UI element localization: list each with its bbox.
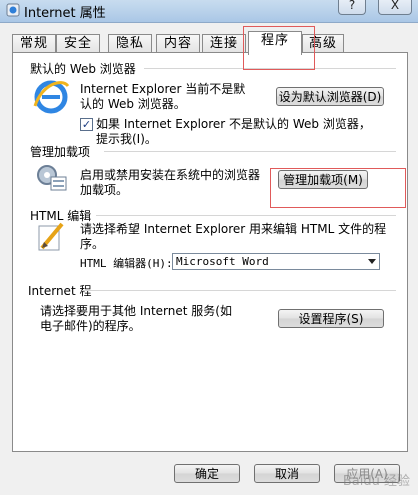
tab-security[interactable]: 安全 bbox=[56, 34, 100, 53]
prompt-checkbox[interactable]: ✓ bbox=[80, 118, 93, 131]
tab-connections[interactable]: 连接 bbox=[202, 34, 246, 53]
help-button[interactable]: ? bbox=[338, 0, 366, 15]
html-editing-description: 请选择希望 Internet Explorer 用来编辑 HTML 文件的程序。 bbox=[80, 222, 387, 251]
default-browser-status: Internet Explorer 当前不是默认的 Web 浏览器。 bbox=[80, 82, 246, 111]
set-default-browser-button[interactable]: 设为默认浏览器(D) bbox=[276, 87, 384, 106]
addons-description: 启用或禁用安装在系统中的浏览器加载项。 bbox=[80, 168, 261, 197]
ok-button[interactable]: 确定 bbox=[174, 464, 240, 483]
group-divider bbox=[82, 290, 396, 291]
html-editor-select[interactable]: Microsoft Word bbox=[172, 253, 380, 270]
html-editor-value: Microsoft Word bbox=[176, 255, 269, 268]
group-divider bbox=[104, 151, 396, 152]
tab-programs[interactable]: 程序 bbox=[248, 31, 302, 55]
watermark: Baidu 经验 bbox=[342, 474, 410, 489]
addons-group-label: 管理加载项 bbox=[30, 145, 91, 159]
default-browser-group-label: 默认的 Web 浏览器 bbox=[30, 62, 136, 76]
internet-programs-description: 请选择要用于其他 Internet 服务(如电子邮件)的程序。 bbox=[40, 304, 232, 333]
group-divider bbox=[144, 68, 396, 69]
set-programs-button[interactable]: 设置程序(S) bbox=[278, 309, 384, 328]
html-editor-icon bbox=[36, 220, 66, 255]
tab-advanced[interactable]: 高级 bbox=[302, 34, 344, 53]
ie-logo-icon bbox=[32, 78, 70, 119]
tab-privacy[interactable]: 隐私 bbox=[108, 34, 152, 53]
html-editor-label: HTML 编辑器(H): bbox=[80, 257, 173, 270]
programs-panel bbox=[12, 52, 408, 452]
prompt-checkbox-label: 如果 Internet Explorer 不是默认的 Web 浏览器，提示我(I… bbox=[96, 117, 371, 146]
window-title: Internet 属性 bbox=[24, 6, 106, 21]
tab-general[interactable]: 常规 bbox=[12, 34, 56, 53]
group-divider bbox=[96, 215, 396, 216]
title-bar: Internet 属性 ? X bbox=[0, 0, 418, 23]
addons-gear-icon bbox=[34, 162, 68, 195]
internet-options-icon bbox=[6, 3, 20, 20]
tab-content[interactable]: 内容 bbox=[156, 34, 200, 53]
chevron-down-icon bbox=[368, 259, 376, 264]
manage-addons-button[interactable]: 管理加载项(M) bbox=[278, 170, 368, 189]
cancel-button[interactable]: 取消 bbox=[254, 464, 320, 483]
close-button[interactable]: X bbox=[378, 0, 412, 15]
